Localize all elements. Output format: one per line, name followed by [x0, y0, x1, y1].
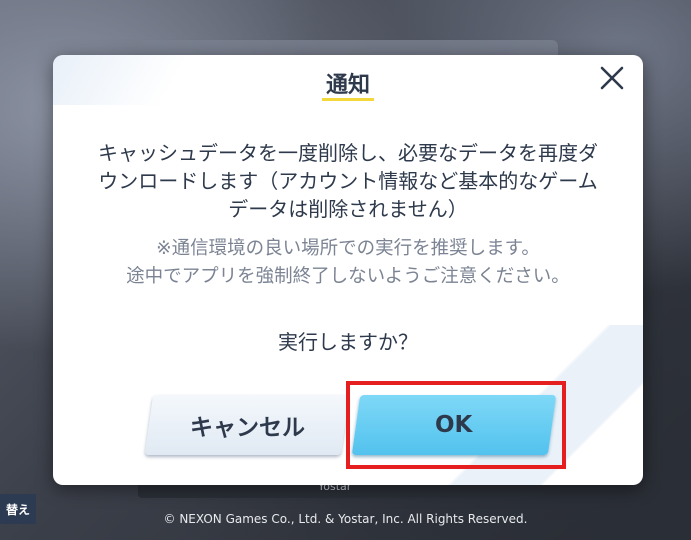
dialog-message: キャッシュデータを一度削除し、必要なデータを再度ダ ウンロードします（アカウント…: [73, 139, 623, 223]
copyright-text: © NEXON Games Co., Ltd. & Yostar, Inc. A…: [163, 512, 528, 526]
dialog-note: ※通信環境の良い場所での実行を推奨します。 途中でアプリを強制終了しないようご注…: [73, 235, 623, 291]
close-icon: [600, 66, 624, 90]
message-line: キャッシュデータを一度削除し、必要なデータを再度ダ: [98, 141, 598, 165]
close-button[interactable]: [597, 63, 627, 93]
note-line: ※通信環境の良い場所での実行を推奨します。: [156, 238, 540, 259]
message-line: ウンロードします（アカウント情報など基本的なゲーム: [98, 169, 598, 193]
message-line: データは削除されません）: [228, 197, 468, 221]
dialog-title: 通知: [325, 73, 370, 98]
note-line: 途中でアプリを強制終了しないようご注意ください。: [126, 266, 570, 287]
confirm-question: 実行しますか？: [278, 330, 418, 354]
title-underline: [322, 98, 374, 101]
highlight-box: [346, 381, 566, 469]
cancel-button[interactable]: キャンセル: [144, 395, 350, 455]
cancel-button-label: キャンセル: [189, 415, 305, 441]
